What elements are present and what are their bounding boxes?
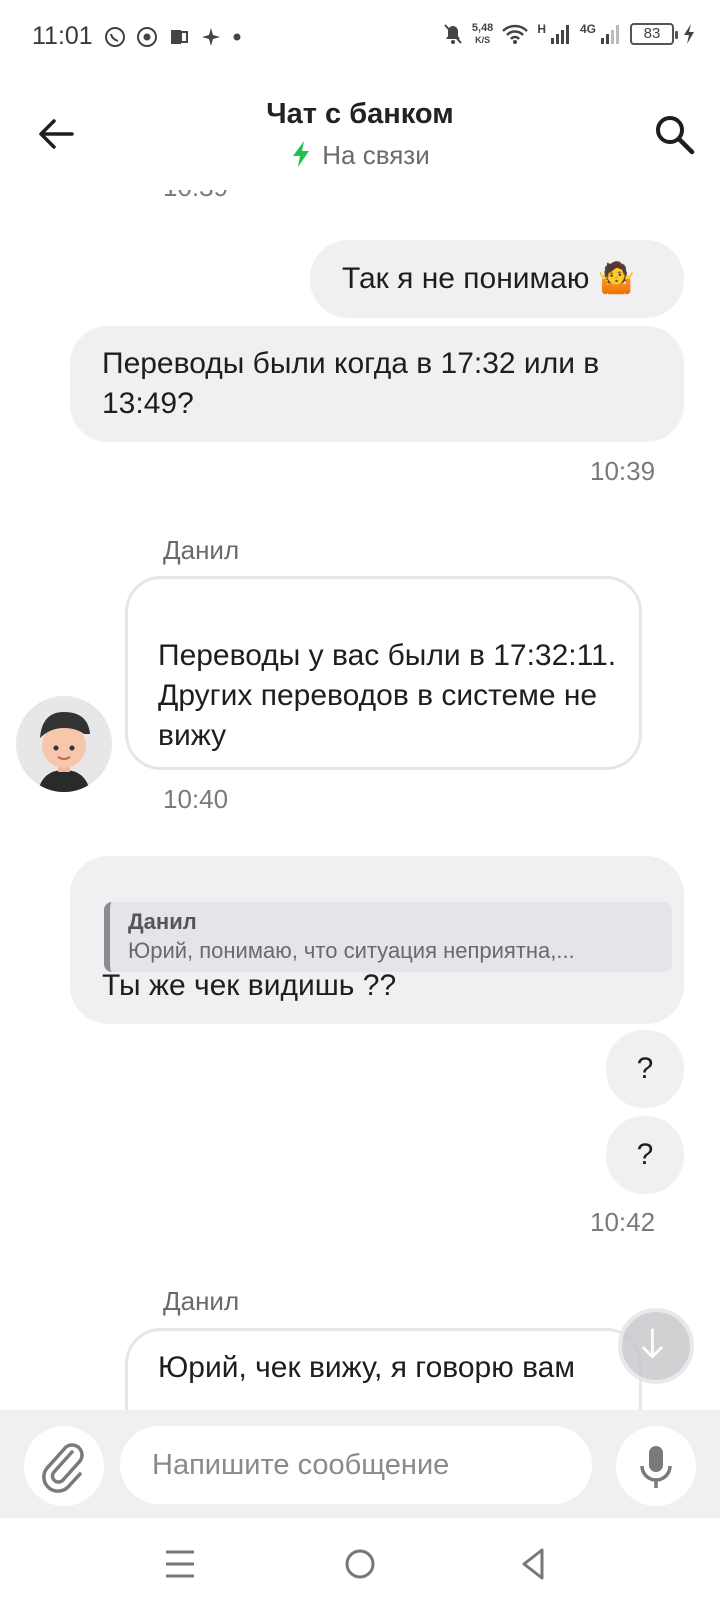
network-type-h: H [537,22,546,36]
message-time: 10:39 [163,190,228,203]
battery-indicator: 83 [630,23,678,45]
home-icon[interactable] [336,1540,384,1588]
charging-icon [684,24,694,44]
message-text: ? [636,1138,654,1171]
agent-avatar[interactable] [16,696,112,792]
page-title: Чат с банком [266,98,454,130]
message-time: 10:42 [590,1207,656,1237]
message-time: 10:39 [590,456,656,486]
sender-name: Данил [163,1286,240,1316]
message-text: Юрий, чек вижу, я говорю вам [158,1351,575,1384]
message-list[interactable]: 10:39 Так я не понимаю 🤷 Переводы были к… [0,190,720,1410]
bolt-icon [293,141,310,167]
network-speed-value: 5,48 [471,22,494,34]
online-status: На связи [0,140,720,171]
attach-button[interactable] [24,1426,104,1506]
incoming-message[interactable]: Переводы у вас были в 17:32:11. Других п… [125,576,642,770]
message-text: Переводы были когда в 17:32 или в 13:49? [102,347,600,420]
recent-apps-icon[interactable] [156,1540,204,1588]
back-triangle-icon[interactable] [510,1540,558,1588]
quote-author: Данил [128,909,197,934]
system-icons: 5,48 K/S H 4G 83 [442,22,696,46]
outgoing-message[interactable]: Переводы были когда в 17:32 или в 13:49? [70,326,684,442]
network-type-4g: 4G [579,22,596,36]
message-text: Так я не понимаю 🤷 [342,262,636,295]
office-icon [171,30,188,44]
signal-icon [550,25,569,44]
chat-screen: 11:01 5,48 K/S H 4G 83 Чат с банком На с… [0,0,720,1612]
system-navigation-bar [0,1518,720,1612]
online-status-label: На связи [322,140,430,170]
more-dot-icon [233,33,241,41]
message-composer [0,1410,720,1518]
quote-text: Юрий, понимаю, что ситуация неприятна,..… [128,938,575,963]
signal-icon-2 [601,25,619,44]
chrome-icon [137,27,157,47]
mute-bell-icon [444,24,462,44]
wifi-icon [502,24,529,44]
whatsapp-icon [105,27,125,47]
voice-message-button[interactable] [616,1426,696,1506]
reply-quote[interactable]: Данил Юрий, понимаю, что ситуация неприя… [104,902,672,972]
paperclip-icon [42,1443,84,1493]
message-input[interactable] [120,1426,592,1504]
status-time: 11:01 [32,22,93,50]
message-text: Переводы у вас были в 17:32:11. Других п… [158,639,617,752]
arrow-down-icon[interactable] [618,1308,694,1384]
outgoing-message[interactable]: Так я не понимаю 🤷 [310,240,684,318]
search-icon[interactable] [652,112,696,156]
message-text: ? [636,1052,654,1085]
notification-icons [104,26,242,48]
app-notification-icon [202,28,220,46]
network-speed-unit: K/S [475,35,491,45]
incoming-message[interactable]: Юрий, чек вижу, я говорю вам [125,1328,642,1410]
chat-header: Чат с банком На связи [0,80,720,190]
outgoing-message[interactable]: ? [606,1030,684,1108]
message-text: Ты же чек видишь ?? [102,969,397,1002]
status-bar: 11:01 5,48 K/S H 4G 83 [0,0,720,80]
outgoing-message[interactable]: ? [606,1116,684,1194]
message-time: 10:40 [163,784,229,814]
sender-name: Данил [163,535,240,565]
microphone-icon [640,1446,672,1488]
network-speed: 5,48 K/S [472,22,493,46]
